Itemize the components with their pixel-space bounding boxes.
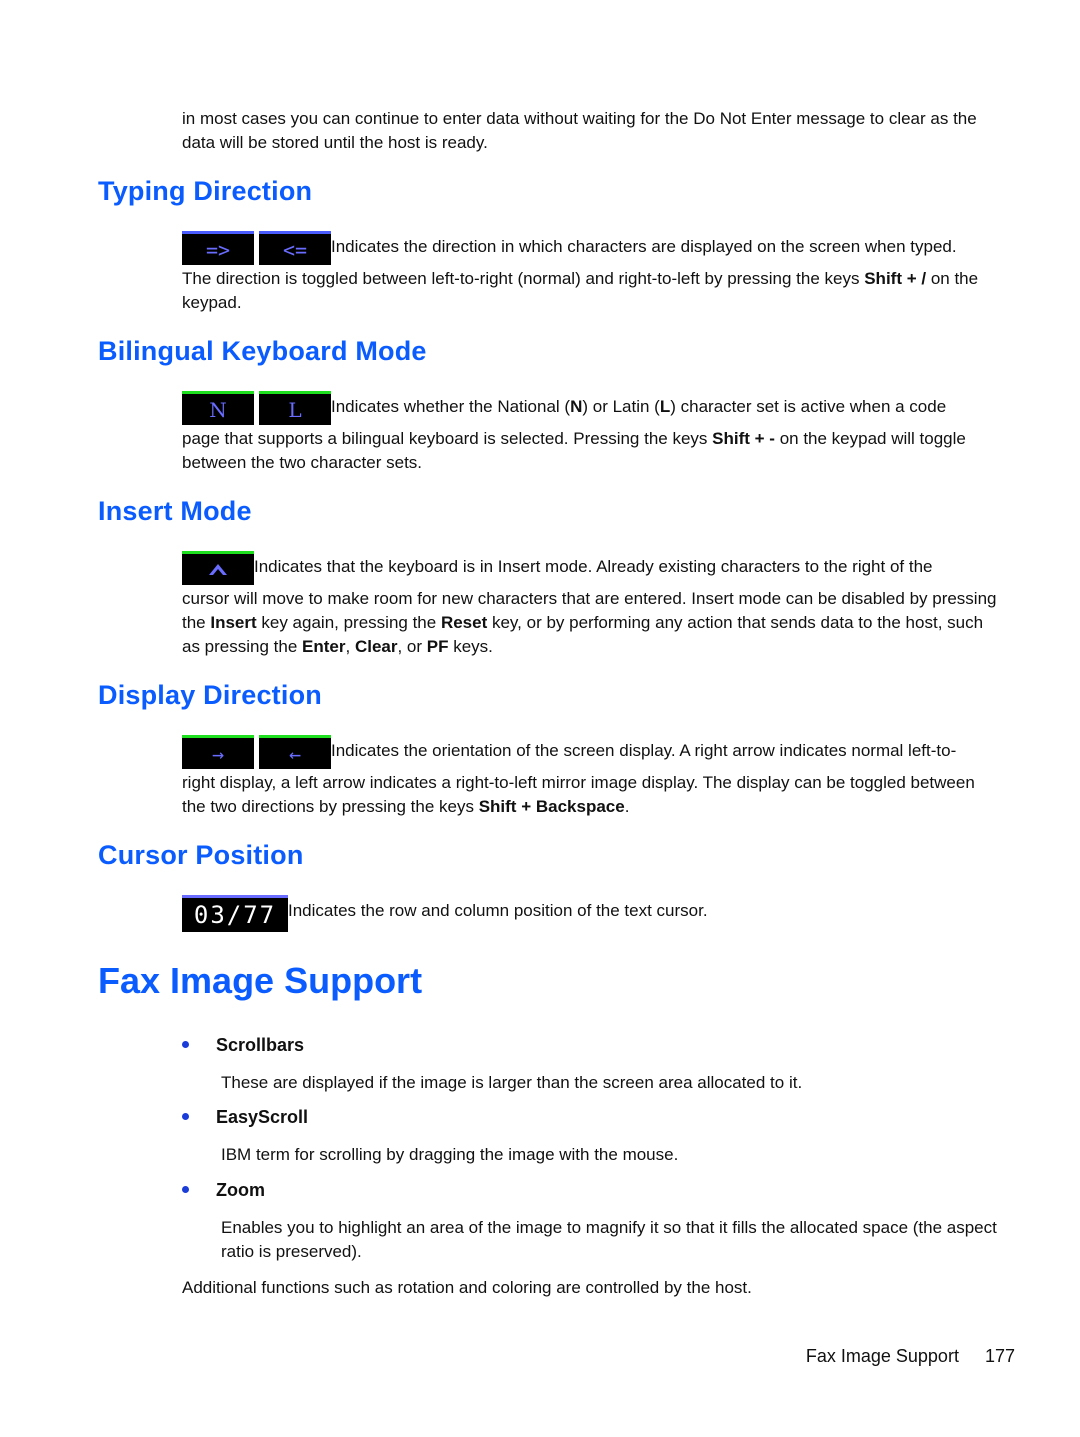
bullet-icon — [182, 1185, 189, 1193]
right-arrow-icon: → — [182, 735, 254, 769]
insert-lead-text: Indicates that the keyboard is in Insert… — [254, 557, 933, 576]
display-body: right display, a left arrow indicates a … — [182, 773, 975, 816]
ltr-typing-indicator: => — [182, 231, 254, 265]
bilingual-body: page that supports a bilingual keyboard … — [182, 429, 966, 472]
cursor-indicator-row: 03/77 Indicates the row and column posit… — [182, 895, 708, 932]
easyscroll-desc: IBM term for scrolling by dragging the i… — [221, 1145, 679, 1164]
typing-body: The direction is toggled between left-to… — [182, 269, 979, 312]
cursor-position-indicator: 03/77 — [182, 895, 288, 932]
bullet-scrollbars: Scrollbars — [182, 1035, 304, 1056]
display-indicator-row: → ← Indicates the orientation of the scr… — [182, 735, 956, 769]
insert-indicator-row: Indicates that the keyboard is in Insert… — [182, 551, 932, 585]
insert-body: cursor will move to make room for new ch… — [182, 589, 997, 656]
display-lead-text: Indicates the orientation of the screen … — [331, 741, 957, 760]
intro-paragraph: in most cases you can continue to enter … — [182, 109, 977, 152]
heading-bilingual-keyboard-mode: Bilingual Keyboard Mode — [98, 336, 427, 366]
fax-closing: Additional functions such as rotation an… — [182, 1278, 752, 1297]
caret-up-icon — [182, 551, 254, 585]
rtl-typing-indicator: <= — [259, 231, 331, 265]
cursor-lead-text: Indicates the row and column position of… — [288, 901, 708, 920]
latin-charset-indicator: L — [259, 391, 331, 425]
bullet-icon — [182, 1040, 189, 1048]
typing-indicator-row: => <= Indicates the direction in which c… — [182, 231, 957, 265]
heading-typing-direction: Typing Direction — [98, 176, 313, 206]
heading-fax-image-support: Fax Image Support — [98, 960, 423, 1001]
page-number: 177 — [984, 1346, 1015, 1366]
zoom-desc: Enables you to highlight an area of the … — [221, 1218, 997, 1261]
footer-section: Fax Image Support — [805, 1346, 959, 1366]
bilingual-lead-text: Indicates whether the National (N) or La… — [331, 397, 947, 416]
national-charset-indicator: N — [182, 391, 254, 425]
bullet-easyscroll: EasyScroll — [182, 1107, 308, 1128]
heading-display-direction: Display Direction — [98, 680, 322, 710]
heading-cursor-position: Cursor Position — [98, 840, 304, 870]
left-arrow-icon: ← — [259, 735, 331, 769]
scrollbars-desc: These are displayed if the image is larg… — [221, 1073, 803, 1092]
bilingual-indicator-row: N L Indicates whether the National (N) o… — [182, 391, 946, 425]
typing-lead-text: Indicates the direction in which charact… — [331, 237, 957, 256]
page-footer: Fax Image Support 177 — [806, 1346, 1015, 1367]
bullet-zoom: Zoom — [182, 1180, 265, 1201]
heading-insert-mode: Insert Mode — [98, 496, 252, 526]
bullet-icon — [182, 1112, 189, 1120]
